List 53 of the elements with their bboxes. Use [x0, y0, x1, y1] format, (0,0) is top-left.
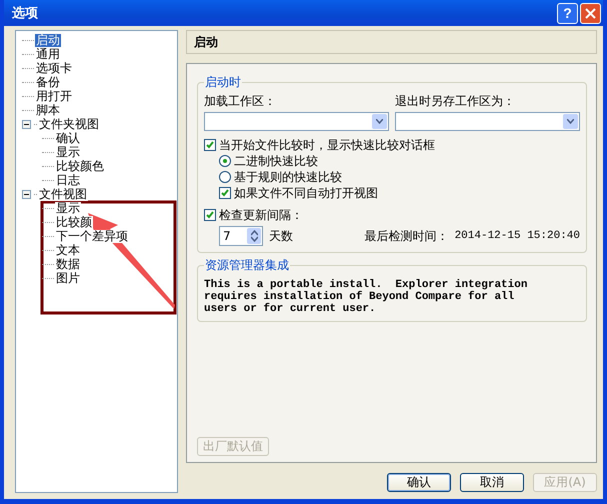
tree-item[interactable]: 图片: [55, 272, 81, 284]
interval-spinner[interactable]: 7: [219, 226, 263, 246]
tree-item[interactable]: 文件夹视图: [38, 118, 100, 130]
caret-down-icon: [376, 119, 383, 124]
radio-button[interactable]: [219, 155, 231, 167]
field-label: 加载工作区：: [204, 93, 277, 110]
checkbox[interactable]: [204, 139, 216, 151]
field-label: 退出时另存工作区为：: [395, 93, 516, 110]
checkbox[interactable]: [204, 209, 216, 221]
window-title: 选项: [12, 5, 38, 22]
tree-item[interactable]: 文件视图: [38, 188, 88, 200]
group-title: 资源管理器集成: [204, 257, 290, 274]
tree-item[interactable]: 文本: [55, 244, 81, 256]
help-button[interactable]: ?: [557, 2, 578, 24]
page-header: 启动: [186, 30, 597, 54]
tree-item[interactable]: 选项卡: [35, 62, 73, 74]
tree-item[interactable]: 通用: [35, 48, 61, 60]
radio-button[interactable]: [219, 171, 231, 183]
integration-message: This is a portable install. Explorer integration requires installation of Beyond Compare for all users or for current user.: [204, 278, 528, 315]
unit-label: 天数: [269, 228, 293, 244]
collapse-icon[interactable]: [22, 190, 31, 198]
checkbox[interactable]: [219, 187, 231, 199]
tree-item[interactable]: 用打开: [35, 90, 73, 102]
tree-item[interactable]: 比较颜色: [55, 160, 105, 172]
caret-down-icon: [567, 119, 574, 124]
option-label: 检查更新间隔：: [219, 206, 303, 224]
option-label: 二进制快速比较: [234, 152, 318, 170]
tree-item[interactable]: 脚本: [35, 104, 61, 116]
check-icon: [206, 141, 214, 149]
last-check-time: 2014-12-15 15:20:40: [454, 230, 580, 242]
tree-item[interactable]: 显示: [55, 146, 81, 158]
tree-item[interactable]: 确认: [55, 132, 81, 144]
tree-item[interactable]: 日志: [55, 174, 81, 186]
workspace-dropdown[interactable]: [204, 112, 389, 131]
group-title: 启动时: [204, 74, 242, 91]
tree-item[interactable]: 备份: [35, 76, 61, 88]
close-icon: [585, 8, 596, 18]
option-label: 基于规则的快速比较: [234, 168, 342, 186]
option-label: 当开始文件比较时，显示快速比较对话框: [219, 136, 435, 154]
tree-item[interactable]: 启动: [35, 34, 61, 46]
tree-item[interactable]: 比较颜: [55, 216, 93, 228]
tree-item[interactable]: 显示: [55, 202, 81, 214]
tree-item[interactable]: 下一个差异项: [55, 230, 129, 242]
option-label: 如果文件不同自动打开视图: [234, 184, 378, 202]
check-icon: [221, 189, 229, 197]
collapse-icon[interactable]: [22, 120, 31, 128]
tree-item[interactable]: 数据: [55, 258, 81, 270]
dialog-button[interactable]: 取消: [460, 473, 524, 492]
close-button[interactable]: [580, 2, 601, 24]
dialog-button[interactable]: 确认: [387, 473, 451, 492]
workspace-dropdown[interactable]: [395, 112, 580, 131]
last-check-label: 最后检测时间：: [364, 228, 449, 244]
check-icon: [206, 211, 214, 219]
